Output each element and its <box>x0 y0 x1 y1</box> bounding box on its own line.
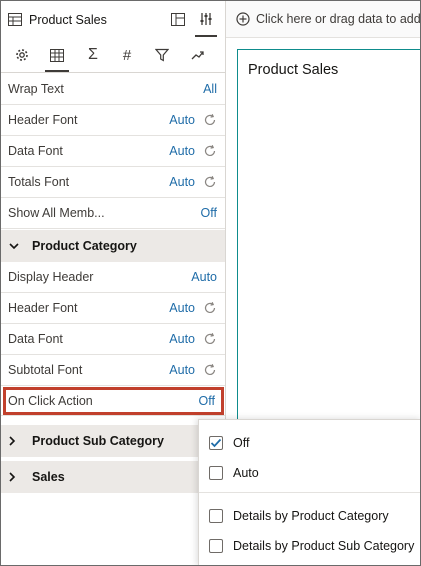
tab-filters[interactable] <box>150 43 174 67</box>
option-label: Auto <box>233 466 259 480</box>
property-row-totals-font[interactable]: Totals Font Auto <box>1 167 225 198</box>
checkbox[interactable] <box>209 466 223 480</box>
chevron-down-icon <box>9 242 21 250</box>
option-off[interactable]: Off <box>209 433 249 453</box>
reset-icon[interactable] <box>203 301 217 315</box>
section-label: Sales <box>32 470 65 484</box>
property-row-on-click-action[interactable]: On Click Action Off <box>1 387 225 416</box>
property-row-data-font[interactable]: Data Font Auto <box>1 136 225 167</box>
property-label: Subtotal Font <box>8 363 83 377</box>
property-value[interactable]: Auto <box>191 270 217 284</box>
option-label: Off <box>233 436 250 450</box>
option-details-by-product-sub-category[interactable]: Details by Product Sub Category <box>209 536 414 556</box>
grammar-panel-button[interactable] <box>166 7 190 31</box>
property-label: Show All Memb... <box>8 206 105 220</box>
property-row-category-data-font[interactable]: Data Font Auto <box>1 324 225 355</box>
property-value[interactable]: All <box>203 82 217 96</box>
property-row-category-header-font[interactable]: Header Font Auto <box>1 293 225 324</box>
reset-icon[interactable] <box>203 332 217 346</box>
property-value[interactable]: Auto <box>169 113 195 127</box>
property-row-header-font[interactable]: Header Font Auto <box>1 105 225 136</box>
checkbox[interactable] <box>209 509 223 523</box>
gear-icon <box>15 48 29 62</box>
property-value[interactable]: Auto <box>169 363 195 377</box>
property-row-display-header[interactable]: Display Header Auto <box>1 262 225 293</box>
canvas-drop-hint[interactable]: Click here or drag data to add <box>226 1 421 38</box>
sigma-icon: Σ <box>88 46 98 63</box>
checkbox[interactable] <box>209 539 223 553</box>
add-circle-icon <box>236 12 250 26</box>
tab-values[interactable]: Σ <box>81 43 105 67</box>
visualization-title: Product Sales <box>248 62 339 78</box>
tab-general[interactable] <box>10 43 34 67</box>
table-view-icon <box>8 13 22 26</box>
property-value[interactable]: Off <box>201 206 217 220</box>
section-label: Product Sub Category <box>32 434 164 448</box>
layout-icon <box>171 12 185 26</box>
property-value[interactable]: Off <box>199 394 215 408</box>
on-click-action-dropdown: Off Auto Details by Product Category Det… <box>198 419 420 565</box>
reset-icon[interactable] <box>203 175 217 189</box>
sliders-icon <box>199 12 213 26</box>
properties-panel: Product Sales Σ # Wrap Text All Header F… <box>1 1 226 565</box>
checkbox-checked[interactable] <box>209 436 223 450</box>
property-label: On Click Action <box>8 394 93 408</box>
properties-panel-button[interactable] <box>194 7 218 37</box>
reset-icon[interactable] <box>203 144 217 158</box>
section-sales[interactable]: Sales <box>1 461 225 493</box>
tab-analytics[interactable] <box>186 43 210 67</box>
reset-icon[interactable] <box>203 113 217 127</box>
filter-icon <box>155 48 169 62</box>
option-auto[interactable]: Auto <box>209 463 259 483</box>
property-row-subtotal-font[interactable]: Subtotal Font Auto <box>1 355 225 386</box>
section-product-category[interactable]: Product Category <box>1 230 225 262</box>
hash-icon: # <box>122 46 132 64</box>
property-value[interactable]: Auto <box>169 144 195 158</box>
reset-icon[interactable] <box>203 363 217 377</box>
property-value[interactable]: Auto <box>169 301 195 315</box>
chevron-right-icon <box>9 472 21 482</box>
property-label: Totals Font <box>8 175 70 189</box>
visualization-card[interactable]: Product Sales <box>237 49 420 421</box>
property-row-show-all-members[interactable]: Show All Memb... Off <box>1 198 225 229</box>
trend-icon <box>191 49 205 61</box>
property-label: Header Font <box>8 301 78 315</box>
menu-divider <box>199 492 420 493</box>
chevron-right-icon <box>9 436 21 446</box>
section-label: Product Category <box>32 239 137 253</box>
section-product-sub-category[interactable]: Product Sub Category <box>1 425 225 457</box>
property-label: Wrap Text <box>8 82 64 96</box>
panel-title: Product Sales <box>29 12 107 27</box>
tab-number-format[interactable]: # <box>115 43 139 67</box>
properties-tabs: Σ # <box>1 38 225 73</box>
property-row-wrap-text[interactable]: Wrap Text All <box>1 74 225 105</box>
property-label: Header Font <box>8 113 78 127</box>
table-icon <box>50 48 64 62</box>
option-details-by-product-category[interactable]: Details by Product Category <box>209 506 389 526</box>
property-label: Data Font <box>8 332 63 346</box>
option-label: Details by Product Category <box>233 509 389 523</box>
tab-table[interactable] <box>45 43 69 72</box>
property-value[interactable]: Auto <box>169 332 195 346</box>
drop-hint-text: Click here or drag data to add <box>256 12 421 26</box>
property-label: Data Font <box>8 144 63 158</box>
property-label: Display Header <box>8 270 94 284</box>
panel-header: Product Sales <box>1 1 225 38</box>
property-value[interactable]: Auto <box>169 175 195 189</box>
app-frame: Product Sales Σ # Wrap Text All Header F… <box>0 0 421 566</box>
option-label: Details by Product Sub Category <box>233 539 415 553</box>
